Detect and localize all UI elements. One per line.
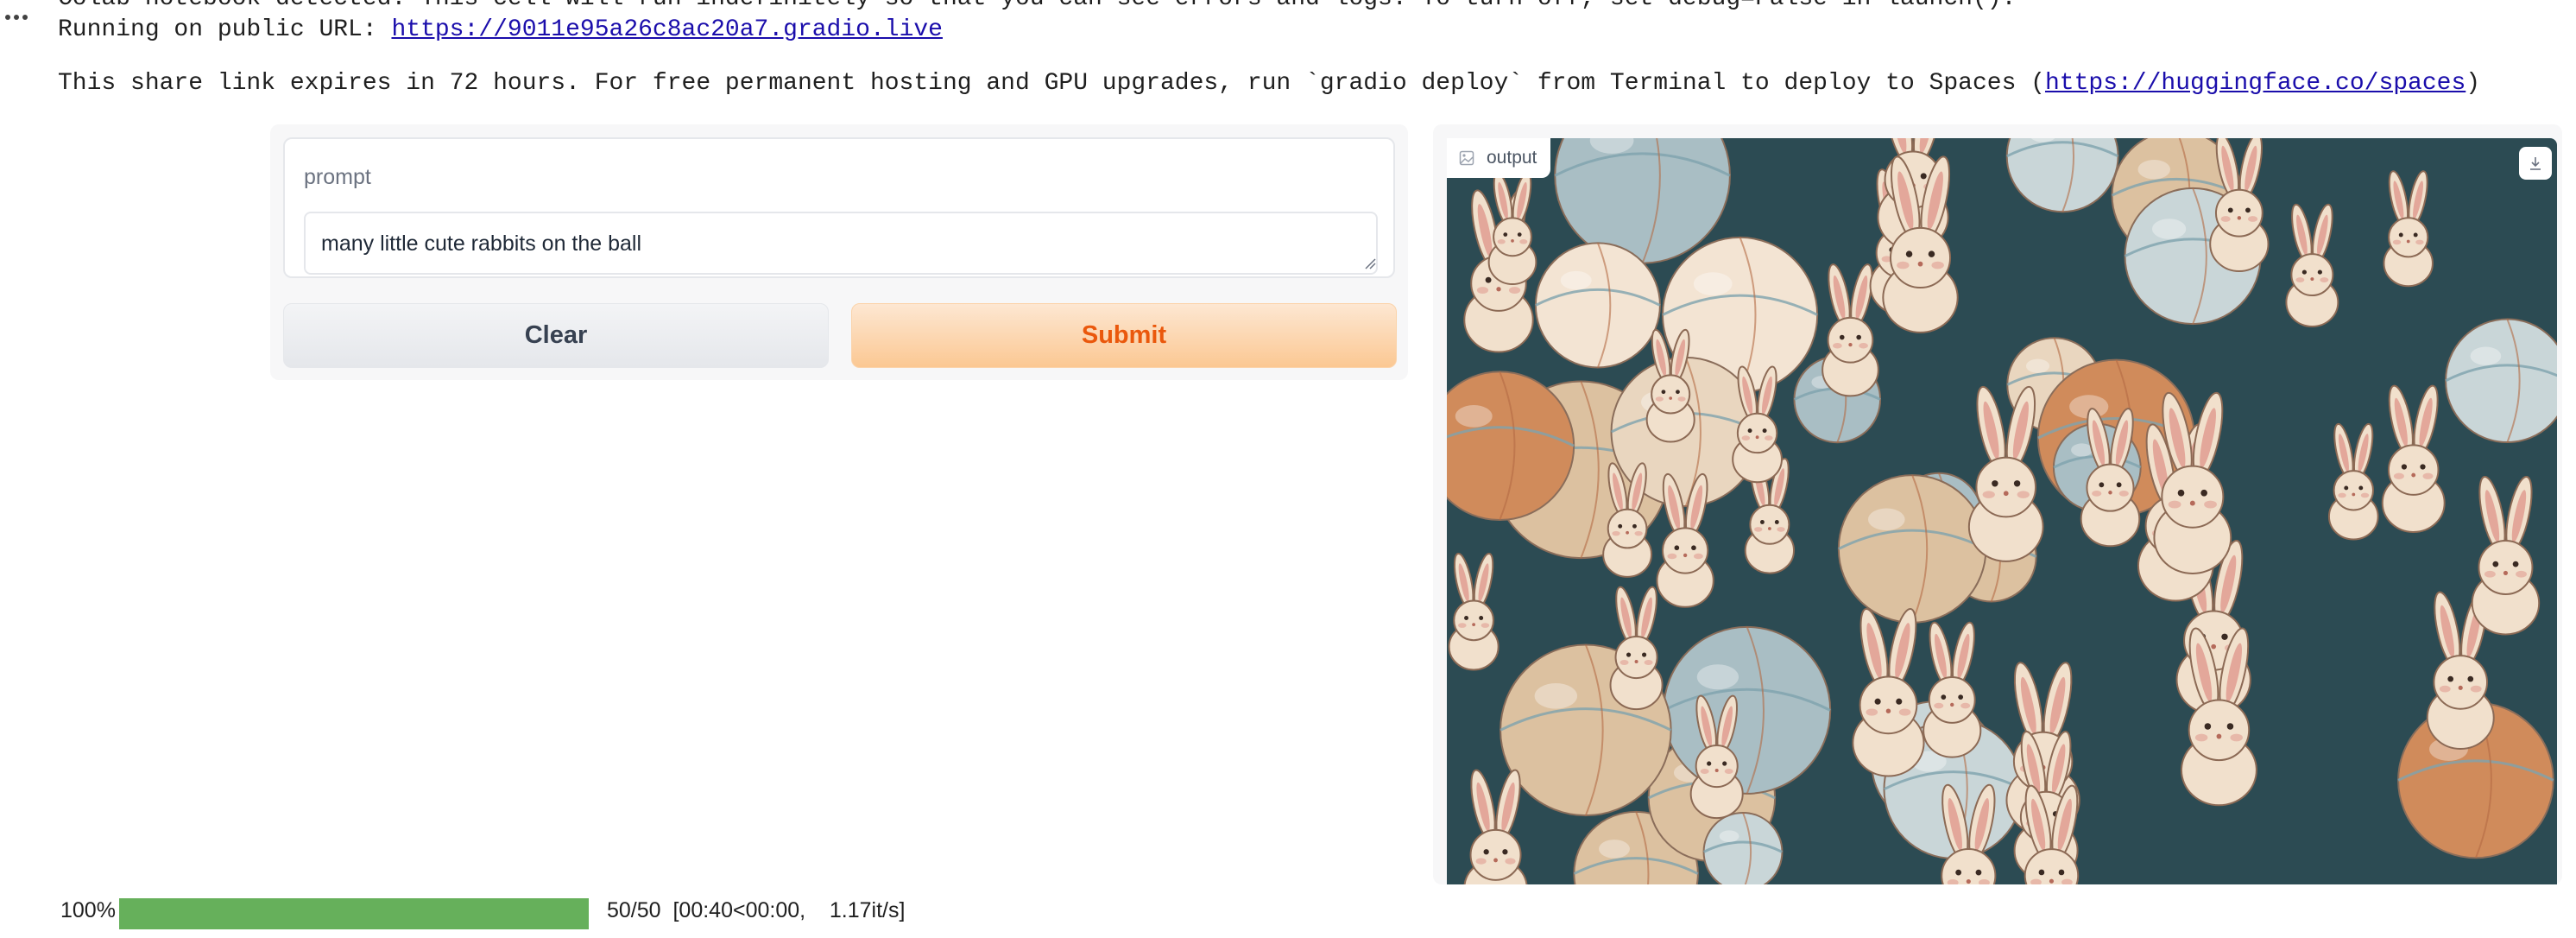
public-url-link[interactable]: https://9011e95a26c8ac20a7.gradio.live bbox=[391, 16, 943, 43]
cell-more-options-icon[interactable] bbox=[5, 15, 33, 23]
rabbit-shape bbox=[1609, 586, 1664, 711]
prompt-label: prompt bbox=[304, 165, 371, 189]
spaces-link[interactable]: https://huggingface.co/spaces bbox=[2045, 70, 2466, 97]
prompt-block: prompt many little cute rabbits on the b… bbox=[283, 137, 1395, 278]
rabbit-shape bbox=[2383, 170, 2434, 288]
output-image bbox=[1447, 138, 2557, 884]
rabbit-shape bbox=[2209, 138, 2270, 273]
rabbit-shape bbox=[1487, 172, 1537, 286]
progress-timing: [00:40<00:00, bbox=[672, 898, 806, 922]
rabbit-shape bbox=[2327, 422, 2379, 541]
rabbit-shape bbox=[1448, 552, 1500, 671]
output-label-tag: output bbox=[1447, 138, 1551, 178]
progress-rate: 1.17it/s] bbox=[829, 898, 906, 922]
output-line-public-url: Running on public URL: https://9011e95a2… bbox=[58, 16, 943, 44]
ball-shape bbox=[2005, 138, 2119, 213]
image-icon bbox=[1459, 150, 1474, 166]
rabbit-shape bbox=[1923, 621, 1982, 758]
progress-steps: 50/50 bbox=[607, 898, 661, 922]
rabbit-shape bbox=[2471, 475, 2541, 636]
submit-button[interactable]: Submit bbox=[851, 303, 1397, 368]
ball-shape bbox=[1702, 811, 1784, 884]
input-panel: prompt many little cute rabbits on the b… bbox=[270, 124, 1408, 380]
ball-shape bbox=[1534, 242, 1661, 369]
progress-bar bbox=[119, 898, 589, 929]
resize-handle-icon[interactable] bbox=[1364, 257, 1376, 269]
progress-stats: 50/50 [00:40<00:00, 1.17it/s] bbox=[607, 898, 905, 923]
output-line-share-expiry: This share link expires in 72 hours. For… bbox=[58, 70, 2480, 98]
progress-bar-fill bbox=[119, 898, 589, 929]
share-expiry-suffix: ) bbox=[2466, 70, 2481, 97]
ball-shape bbox=[1554, 138, 1731, 264]
output-line-colab-notice: Colab notebook detected. This cell will … bbox=[58, 0, 2016, 13]
rabbit-shape bbox=[1967, 385, 2044, 562]
download-icon bbox=[2530, 157, 2541, 170]
rabbit-shape bbox=[1852, 607, 1925, 777]
download-button[interactable] bbox=[2519, 147, 2552, 180]
progress-percent: 100% bbox=[60, 898, 116, 922]
generated-rabbits-image bbox=[1447, 138, 2557, 884]
rabbit-shape bbox=[2285, 203, 2339, 327]
ball-shape bbox=[1663, 625, 1832, 795]
output-label: output bbox=[1487, 148, 1537, 168]
output-panel bbox=[1433, 124, 2562, 884]
rabbit-shape bbox=[1463, 769, 1528, 884]
share-expiry-text: This share link expires in 72 hours. For… bbox=[58, 70, 2045, 97]
ball-shape bbox=[1837, 474, 1987, 624]
prompt-textarea[interactable]: many little cute rabbits on the ball bbox=[304, 212, 1378, 275]
public-url-prefix: Running on public URL: bbox=[58, 16, 392, 43]
ball-shape bbox=[2445, 318, 2557, 444]
rabbit-shape bbox=[2381, 384, 2446, 533]
clear-button[interactable]: Clear bbox=[283, 303, 829, 368]
